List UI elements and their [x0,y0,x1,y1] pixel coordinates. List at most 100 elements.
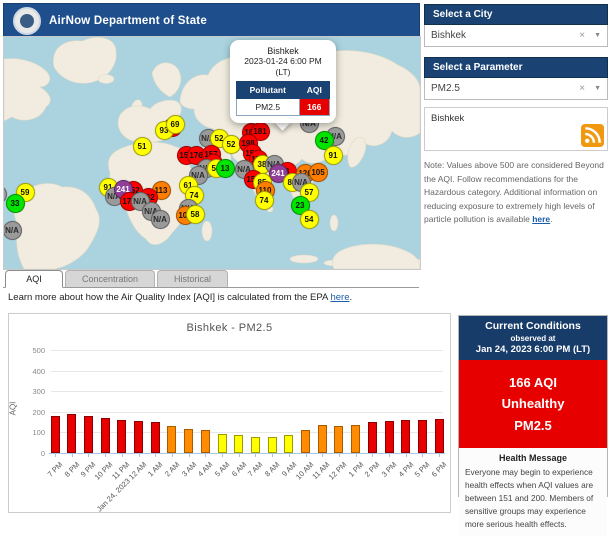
aqi-bar-chart: Bishkek - PM2.5 AQI 01002003004005007 PM… [8,313,451,513]
chart-y-tick: 400 [15,367,45,376]
chart-x-label: 2 AM [163,460,181,478]
aqi-marker[interactable]: 54 [300,210,319,229]
chart-x-tick [289,454,290,457]
chart-x-tick [222,454,223,457]
chart-bar[interactable] [435,419,444,453]
chart-x-label: 3 PM [380,460,399,479]
health-message-block: Health Message Everyone may begin to exp… [459,448,607,535]
chart-y-tick: 100 [15,428,45,437]
chart-x-tick [172,454,173,457]
chart-y-tick: 0 [15,449,45,458]
rss-icon[interactable] [581,124,604,147]
chart-x-tick [272,454,273,457]
chart-bar[interactable] [234,435,243,453]
city-select-value: Bishkek [431,30,579,41]
chart-x-tick [406,454,407,457]
aqi-marker[interactable]: 52 [222,135,241,154]
chart-x-tick [205,454,206,457]
city-feed-value: Bishkek [431,113,464,124]
epa-here-link[interactable]: here [330,292,349,303]
chart-bar[interactable] [101,418,110,453]
chart-x-tick [122,454,123,457]
chart-bar[interactable] [218,434,227,453]
tab-aqi[interactable]: AQI [5,270,63,288]
chart-x-tick [189,454,190,457]
current-conditions-title: Current Conditions [461,320,605,332]
chart-bar[interactable] [134,421,143,453]
learn-more-suffix: . [349,292,352,303]
popup-table: Pollutant AQI PM2.5 166 [236,81,330,116]
aqi-marker[interactable]: 51 [133,137,152,156]
chart-x-tick [72,454,73,457]
parameter-select-value: PM2.5 [431,83,579,94]
aqi-marker[interactable]: 33 [6,194,25,213]
chart-bar[interactable] [418,420,427,453]
note-here-link[interactable]: here [532,214,550,224]
chart-x-tick [255,454,256,457]
chart-y-tick: 500 [15,346,45,355]
aqi-marker[interactable]: 13 [216,159,235,178]
chart-x-tick [88,454,89,457]
city-clear-icon[interactable]: × [579,30,585,41]
note-prefix: Note: Values above 500 are considered Be… [424,160,604,224]
city-feed-box[interactable]: Bishkek [424,107,608,151]
chart-bar[interactable] [151,422,160,453]
chart-gridline [51,412,443,413]
aqi-value-line: 166 AQI [461,372,605,393]
chart-bar[interactable] [318,425,327,453]
chart-x-tick [422,454,423,457]
aqi-marker[interactable]: 69 [166,115,185,134]
chart-gridline [51,371,443,372]
chart-bar[interactable] [334,426,343,453]
chart-bar[interactable] [84,416,93,453]
world-map[interactable]: N/A5933N/A9936951N/A5252151176157182N/A5… [3,36,421,270]
popup-col-aqi: AQI [299,82,329,99]
aqi-marker[interactable]: 105 [309,163,328,182]
aqi-marker[interactable]: 58 [186,205,205,224]
chart-bar[interactable] [268,437,277,453]
chart-x-label: 12 PM [327,460,349,482]
city-caret-down-icon[interactable]: ▼ [594,32,601,39]
tab-historical[interactable]: Historical [157,270,228,287]
chart-bar[interactable] [117,420,126,453]
chart-x-tick [55,454,56,457]
parameter-select-card: Select a Parameter PM2.5 × ▼ [424,57,608,100]
aqi-pollutant: PM2.5 [461,415,605,436]
chart-bar[interactable] [385,421,394,453]
aqi-marker[interactable]: 74 [255,191,274,210]
chart-y-tick: 200 [15,408,45,417]
parameter-clear-icon[interactable]: × [579,83,585,94]
aqi-marker[interactable]: N/A [3,221,22,240]
chart-bar[interactable] [251,437,260,453]
chart-x-tick [306,454,307,457]
parameter-select[interactable]: PM2.5 × ▼ [424,78,608,100]
chart-y-tick: 300 [15,387,45,396]
city-select-card: Select a City Bishkek × ▼ [424,4,608,47]
chart-bar[interactable] [167,426,176,453]
app-title: AirNow Department of State [49,15,207,27]
parameter-select-header: Select a Parameter [424,57,608,78]
chart-bar[interactable] [184,429,193,453]
chart-bar[interactable] [67,414,76,453]
parameter-caret-down-icon[interactable]: ▼ [594,85,601,92]
chart-x-label: 4 AM [196,460,214,478]
learn-more-prefix: Learn more about how the Air Quality Ind… [8,292,330,303]
chart-bar[interactable] [301,430,310,453]
tab-concentration[interactable]: Concentration [65,270,155,287]
app-header: AirNow Department of State [3,3,420,38]
aqi-marker[interactable]: N/A [151,210,170,229]
chart-x-label: 10 PM [93,460,115,482]
chart-x-tick [155,454,156,457]
chart-bar[interactable] [284,435,293,453]
chart-bar[interactable] [368,422,377,453]
popup-col-pollutant: Pollutant [237,82,300,99]
chart-bar[interactable] [201,430,210,453]
chart-bar[interactable] [51,416,60,453]
chart-bar[interactable] [401,420,410,453]
chart-bar[interactable] [351,425,360,453]
city-select[interactable]: Bishkek × ▼ [424,25,608,47]
aqi-marker[interactable]: 91 [324,146,343,165]
popup-aqi-value: 166 [299,99,329,116]
chart-gridline [51,391,443,392]
chart-x-label: 3 AM [180,460,198,478]
